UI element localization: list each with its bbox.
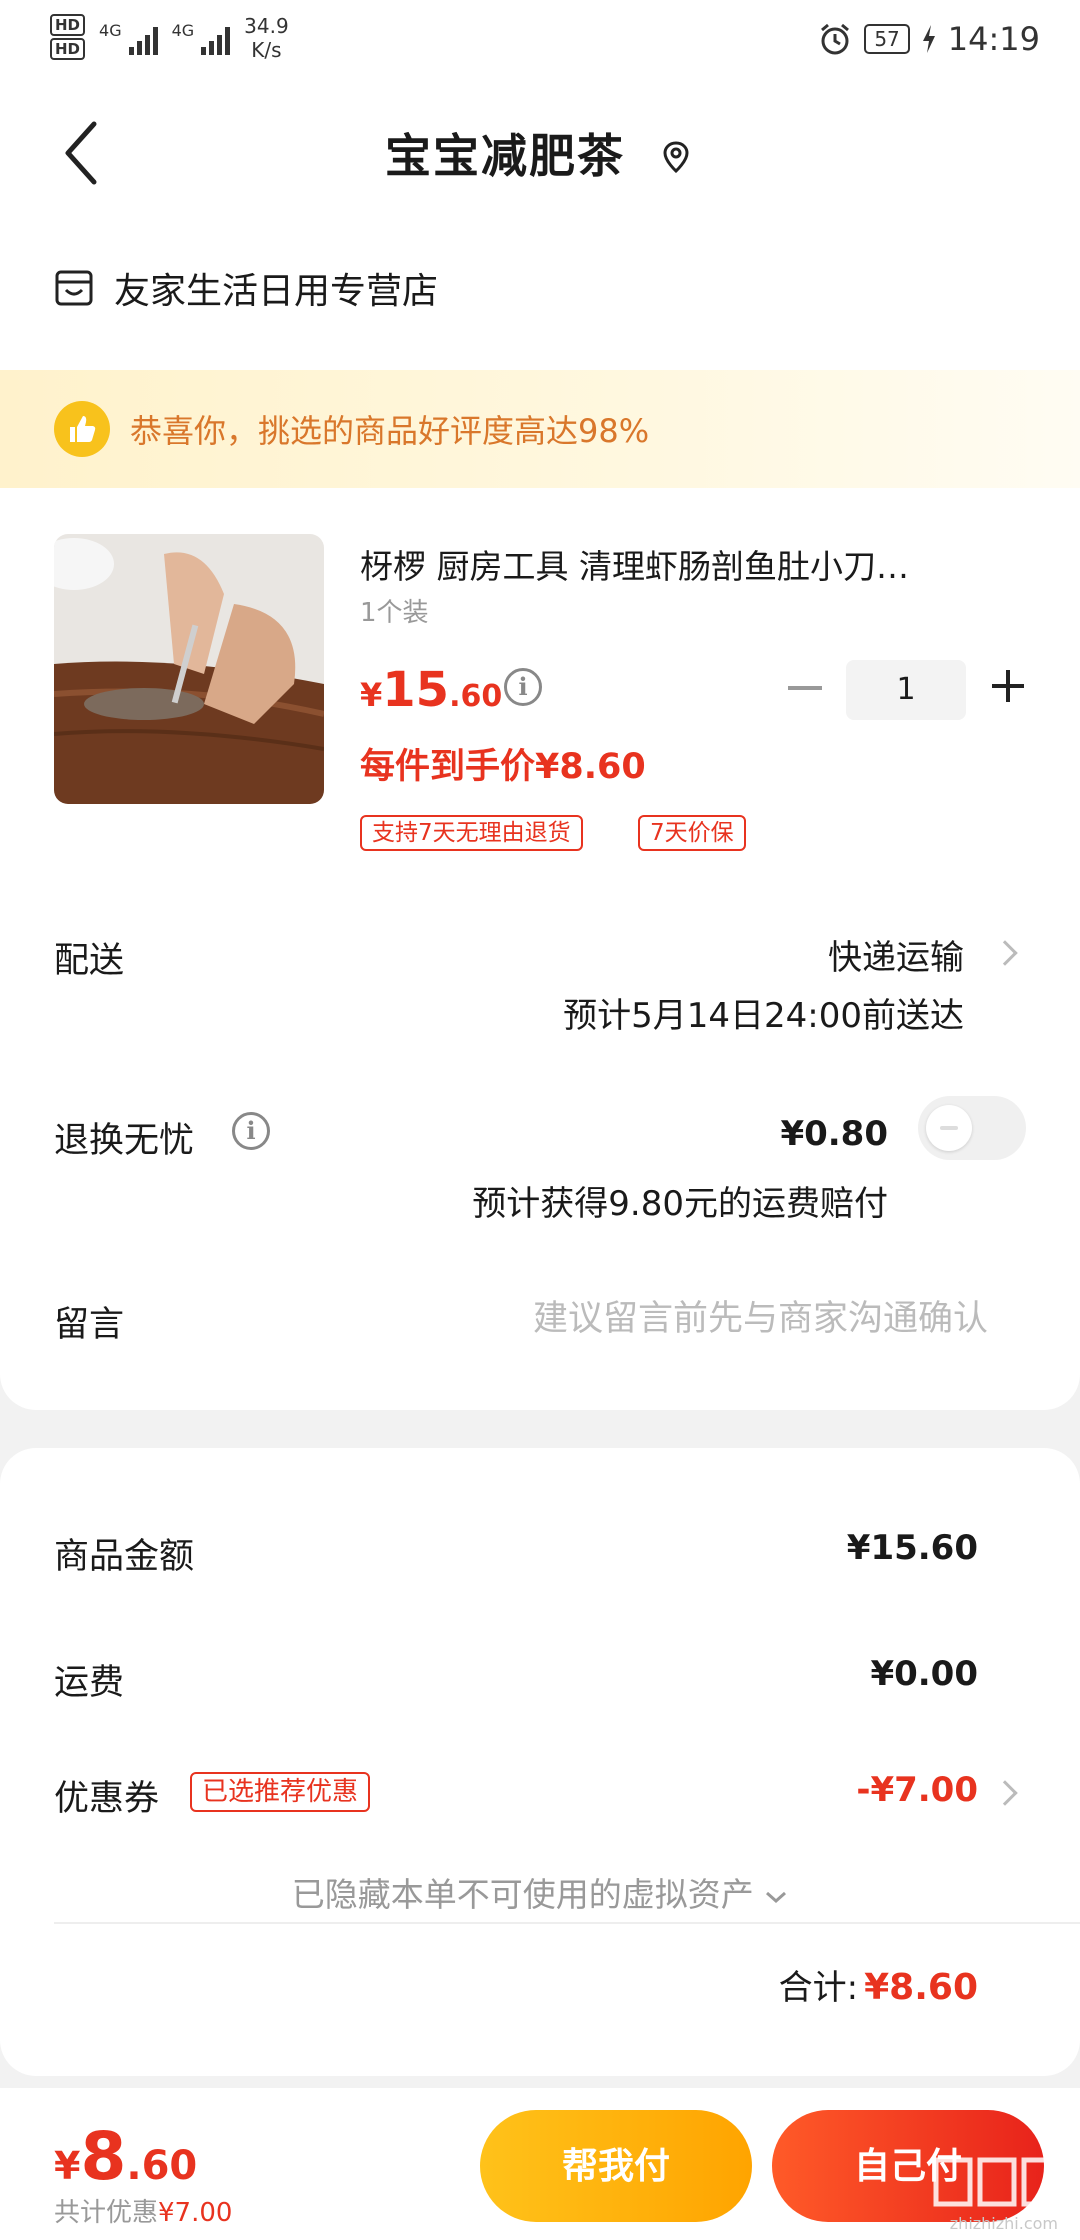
watermark-text: zhizhizhi.com [949, 2214, 1058, 2233]
goods-amount-label: 商品金额 [54, 1537, 195, 1577]
location-pin-icon[interactable] [662, 140, 690, 174]
tag-return-policy: 支持7天无理由退货 [360, 815, 583, 851]
total-label: 合计: [778, 1968, 859, 2008]
goods-amount-value: ¥15.60 [846, 1528, 978, 1568]
hd-badge-1: HD [50, 14, 86, 36]
insurance-info-icon[interactable]: i [232, 1112, 270, 1150]
banner-text: 恭喜你，挑选的商品好评度高达98% [130, 412, 650, 450]
insurance-price: ¥0.80 [780, 1114, 888, 1154]
quantity-increase-button[interactable] [992, 670, 1024, 702]
signal-icon-1: 4G [99, 21, 158, 55]
status-left: HD HD 4G 4G 34.9 K/s [50, 14, 289, 62]
shipping-label: 运费 [54, 1663, 125, 1703]
per-item-price: 每件到手价¥8.60 [360, 747, 646, 787]
coupon-badge: 已选推荐优惠 [190, 1772, 371, 1812]
page-title: 宝宝减肥茶 [385, 129, 625, 183]
clock: 14:19 [947, 20, 1040, 58]
coupon-value[interactable]: -¥7.00 [856, 1770, 978, 1810]
alarm-icon [821, 23, 850, 55]
store-icon [55, 270, 93, 306]
delivery-label: 配送 [54, 941, 125, 981]
insurance-toggle[interactable] [918, 1096, 1026, 1160]
tag-price-protect: 7天价保 [638, 815, 746, 851]
quantity-decrease-button[interactable] [788, 686, 822, 690]
return-insurance-label: 退换无忧 [54, 1121, 195, 1161]
charging-icon [922, 25, 935, 53]
insurance-note: 预计获得9.80元的运费赔付 [472, 1184, 888, 1224]
store-row[interactable]: 友家生活日用专营店 [54, 262, 438, 314]
product-image[interactable] [54, 534, 324, 804]
coupon-label: 优惠券 [54, 1779, 160, 1819]
status-right: 57 14:19 [818, 20, 1040, 58]
hd-indicators: HD HD [50, 14, 86, 62]
message-input[interactable]: 建议留言前先与商家沟通确认 [533, 1290, 988, 1341]
total-discount: 共计优惠¥7.00 [54, 2198, 233, 2228]
bottom-price: ¥ 8 .60 [54, 2118, 198, 2195]
hidden-assets-toggle[interactable]: 已隐藏本单不可使用的虚拟资产 [0, 1868, 1080, 1916]
chevron-down-icon [766, 1891, 787, 1903]
product-price: ¥ 15 .60 [360, 662, 503, 718]
help-me-pay-button[interactable]: 帮我付 [480, 2110, 752, 2222]
rating-banner: 恭喜你，挑选的商品好评度高达98% [0, 370, 1080, 488]
battery-level: 57 [864, 24, 910, 54]
status-bar: HD HD 4G 4G 34.9 K/s 57 14:19 [0, 0, 1080, 80]
price-info-icon[interactable]: i [504, 668, 542, 706]
hd-badge-2: HD [50, 38, 86, 60]
quantity-input[interactable]: 1 [846, 660, 966, 720]
divider [54, 1922, 1080, 1924]
delivery-method[interactable]: 快递运输 [828, 930, 964, 979]
product-title[interactable]: 枒椤 厨房工具 清理虾肠剖鱼肚小刀… [360, 540, 1010, 588]
network-speed: 34.9 K/s [244, 14, 289, 62]
total-value: ¥8.60 [864, 1967, 978, 2008]
store-name: 友家生活日用专营店 [114, 271, 439, 312]
signal-icon-2: 4G [172, 21, 231, 55]
shipping-value: ¥0.00 [870, 1654, 978, 1694]
message-label: 留言 [54, 1305, 125, 1345]
delivery-eta: 预计5月14日24:00前送达 [563, 996, 964, 1036]
thumbs-up-icon [54, 401, 110, 457]
product-sku[interactable]: 1个装 [360, 592, 429, 629]
order-total: 合计: ¥8.60 [779, 1960, 978, 2009]
